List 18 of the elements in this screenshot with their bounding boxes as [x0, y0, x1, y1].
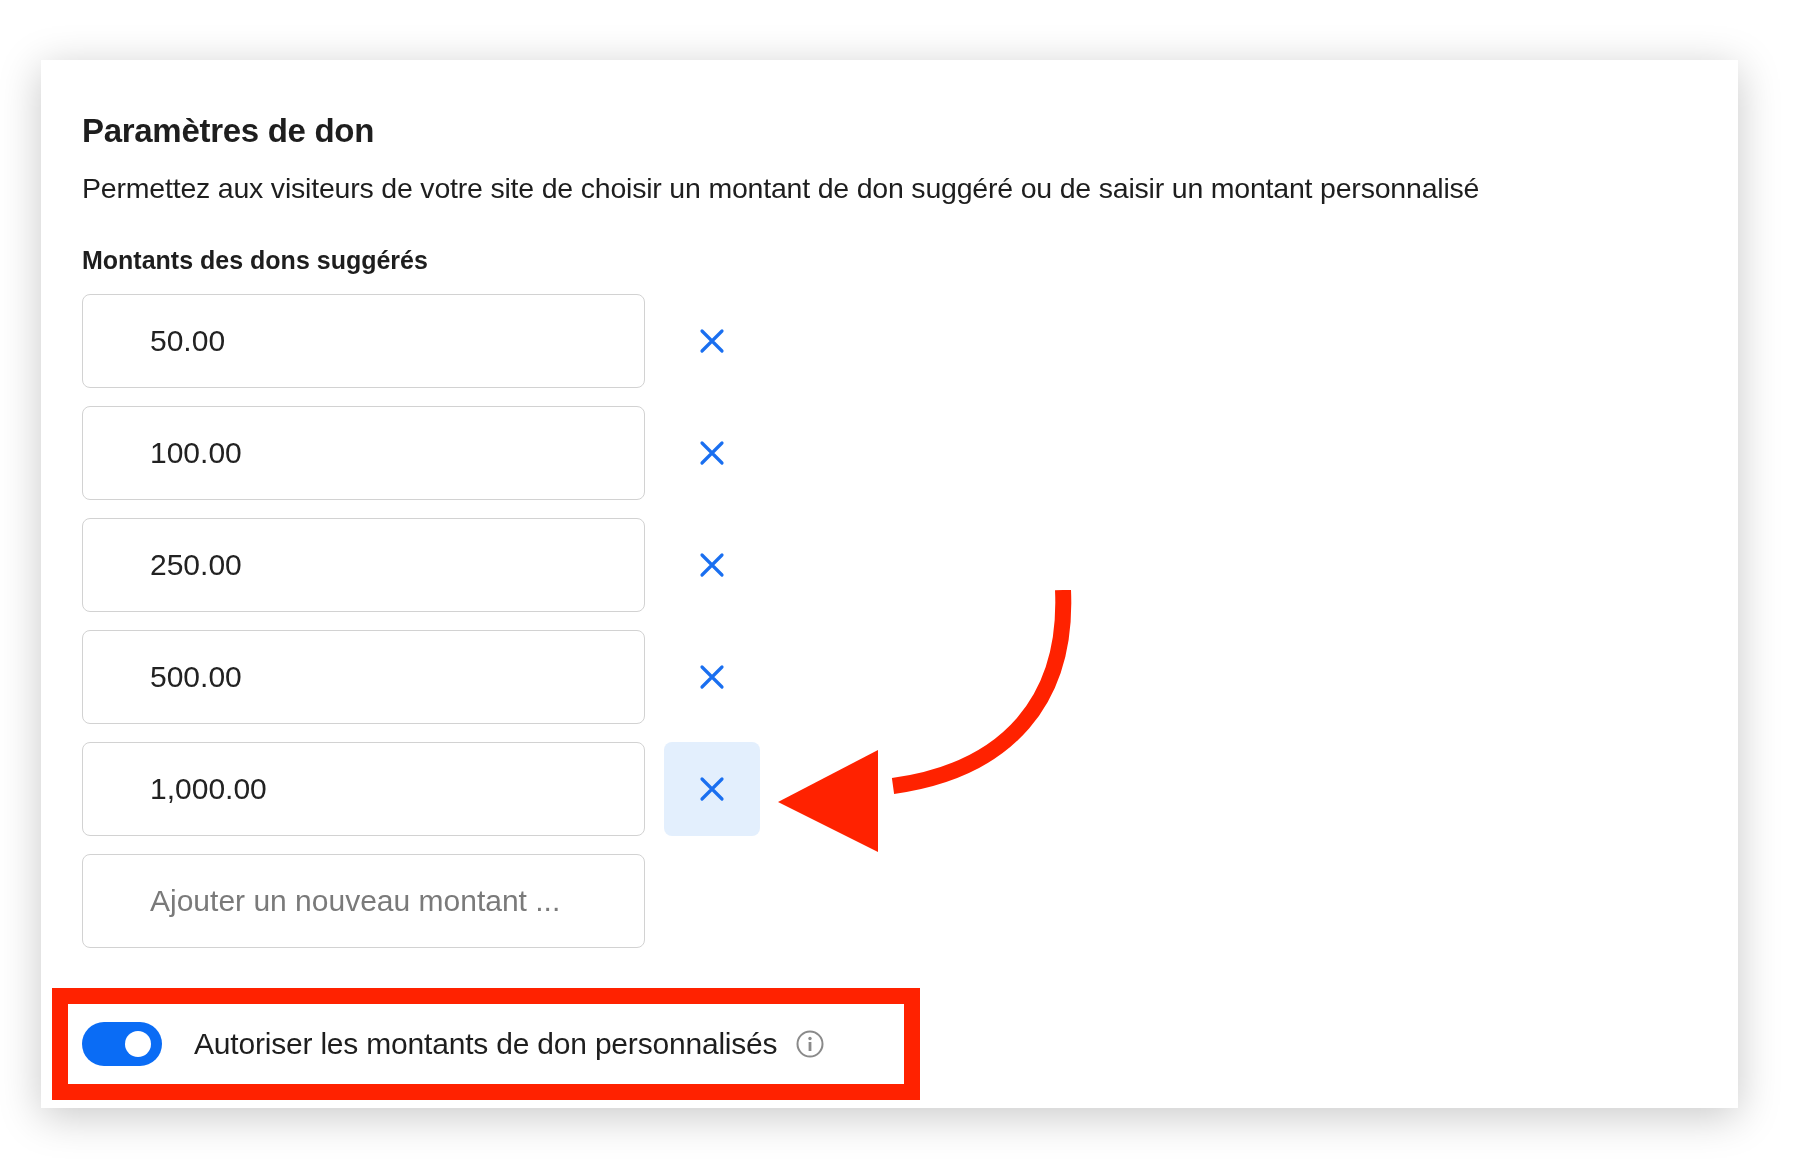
description-text: Permettez aux visiteurs de votre site de choisir un montant de don suggéré ou de saisir un montant personnalisé [82, 172, 1481, 205]
close-icon [699, 664, 725, 690]
amount-field[interactable]: 500.00 [82, 630, 645, 724]
amount-field[interactable]: 1,000.00 [82, 742, 645, 836]
amount-field[interactable]: 50.00 [82, 294, 645, 388]
amount-field[interactable]: 100.00 [82, 406, 645, 500]
toggle-label: Autoriser les montants de don personnalisés [194, 1027, 778, 1061]
close-icon [699, 440, 725, 466]
toggle-switch[interactable] [82, 1022, 162, 1066]
close-icon [699, 328, 725, 354]
amount-field[interactable]: 250.00 [82, 518, 645, 612]
close-icon [699, 552, 725, 578]
close-icon [699, 776, 725, 802]
info-icon [795, 1029, 826, 1059]
new-amount-field[interactable]: Ajouter un nouveau montant ... [82, 854, 645, 948]
remove-button[interactable] [664, 742, 760, 836]
section-title: Paramètres de don [82, 112, 375, 150]
amounts-label: Montants des dons suggérés [82, 246, 429, 275]
